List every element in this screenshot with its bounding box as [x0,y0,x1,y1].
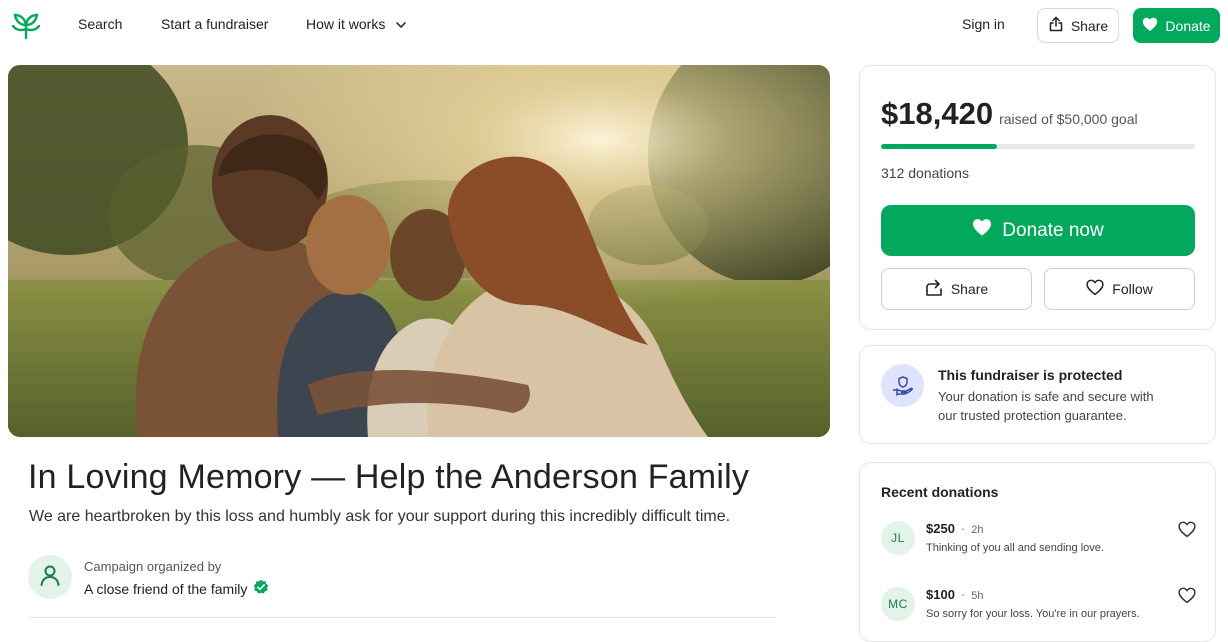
donation-amount: $250 [926,521,955,536]
nav-search-link[interactable]: Search [78,16,122,32]
donor-avatar: JL [881,521,915,555]
donation-card: $18,420 raised of $50,000 goal 312 donat… [859,65,1216,330]
raised-goal-text: raised of $50,000 goal [999,111,1138,127]
donation-amount-row: $250 · 2h [926,521,984,536]
protection-text: Your donation is safe and secure with ou… [938,389,1154,423]
donor-avatar: MC [881,587,915,621]
campaign-title: In Loving Memory — Help the Anderson Fam… [28,458,750,496]
separator-dot: · [960,521,966,536]
hero-image [8,65,830,437]
progress-bar-fill [881,144,997,149]
header-donate-label: Donate [1165,17,1211,34]
donate-now-button[interactable]: Donate now [881,205,1195,256]
section-divider [29,617,775,618]
heart-outline-icon [1086,279,1104,299]
heart-outline-icon[interactable] [1178,587,1196,605]
chevron-down-icon[interactable] [394,18,408,32]
nav-how-it-works-link[interactable]: How it works [306,16,385,32]
separator-dot: · [960,587,966,602]
header-donate-button[interactable]: Donate [1133,8,1220,43]
recent-donations-card: Recent donations JL $250 · 2h Thinking of … [859,462,1216,642]
campaign-story: We are heartbroken by this loss and humb… [29,508,731,525]
shield-hand-icon [881,364,924,407]
nav-start-fundraiser-link[interactable]: Start a fundraiser [161,16,268,32]
person-icon [38,563,62,592]
verified-badge-icon [253,579,269,598]
donation-message: Thinking of you all and sending love. [926,542,1104,554]
logo-icon[interactable] [10,9,42,41]
donations-count: 312 donations [881,165,969,181]
sign-in-link[interactable]: Sign in [962,16,1005,32]
raised-summary: $18,420 raised of $50,000 goal [881,96,1138,132]
protection-title: This fundraiser is protected [938,367,1123,383]
protection-card: This fundraiser is protected Your donati… [859,345,1216,444]
donation-time: 5h [971,590,984,602]
donation-amount-row: $100 · 5h [926,587,984,602]
raised-amount: $18,420 [881,96,994,131]
donation-amount: $100 [926,587,955,602]
share-icon [925,279,943,300]
organizer-label: Campaign organized by [84,559,222,574]
heart-icon [1142,17,1158,35]
donate-now-label: Donate now [1002,219,1104,241]
top-navigation: Search Start a fundraiser How it works S… [0,0,1228,52]
donation-message: So sorry for your loss. You're in our pr… [926,608,1140,620]
heart-outline-icon[interactable] [1178,521,1196,539]
follow-button[interactable]: Follow [1044,268,1195,310]
header-share-label: Share [1070,17,1109,34]
share-button[interactable]: Share [881,268,1032,310]
donation-item: MC $100 · 5h So sorry for your loss. You'r… [881,587,1199,627]
organizer-avatar [28,555,72,599]
heart-icon [972,218,992,243]
progress-bar [881,144,1195,149]
recent-donations-title: Recent donations [881,484,999,500]
header-share-button[interactable]: Share [1037,8,1119,43]
organizer-name[interactable]: A close friend of the family [84,581,247,597]
donation-item: JL $250 · 2h Thinking of you all and sendi… [881,521,1199,561]
donation-time: 2h [971,524,984,536]
share-label: Share [950,281,989,297]
share-icon [1048,16,1064,35]
organizer-name-row: A close friend of the family [84,579,269,598]
follow-label: Follow [1112,281,1153,297]
